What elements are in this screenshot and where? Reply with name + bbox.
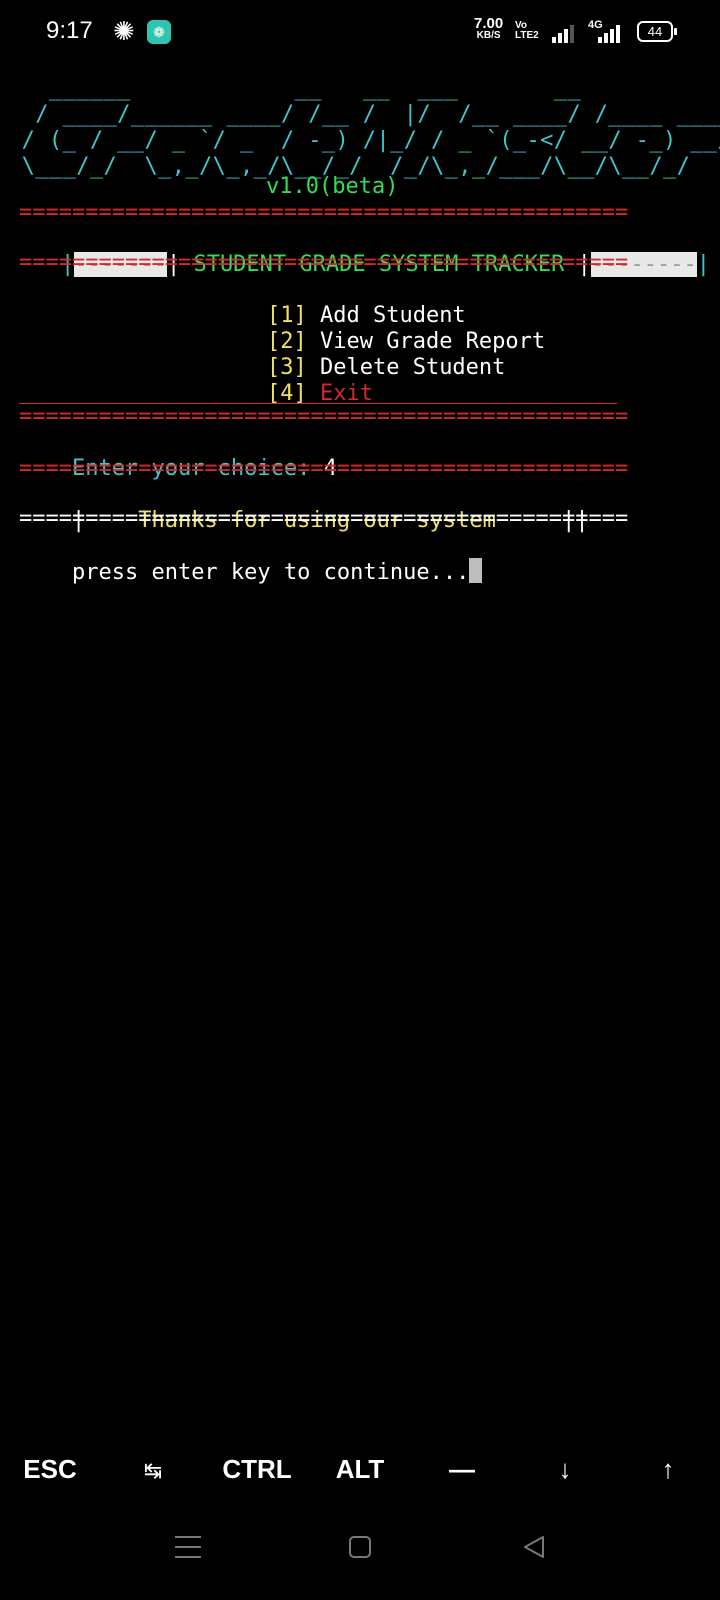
esc-key[interactable]: ESC (0, 1454, 100, 1485)
navigation-bar (0, 1510, 720, 1600)
separator-under-title: ========================================… (19, 250, 629, 275)
up-arrow-key[interactable]: ↑ (618, 1454, 718, 1485)
separator-before-prompt: ========================================… (19, 404, 629, 429)
ctrl-key[interactable]: CTRL (207, 1454, 307, 1485)
ascii-banner-line-3: / (_ / __/ _ `/ _ / -_) /|_/ / _ `(_-</ … (8, 128, 720, 153)
terminal[interactable]: ______ __ __ ___ __ / ____/______ ____/ … (0, 0, 720, 832)
separator-after-prompt: ========================================… (19, 456, 629, 481)
menu-icon[interactable] (175, 1536, 201, 1558)
back-icon[interactable] (521, 1534, 547, 1560)
dash-key[interactable]: — (412, 1454, 512, 1485)
down-arrow-key[interactable]: ↓ (515, 1454, 615, 1485)
separator-bottom: ========================================… (19, 506, 629, 531)
home-icon[interactable] (349, 1536, 371, 1558)
tab-key[interactable]: ↹ (103, 1458, 203, 1484)
ascii-banner-line-2: / ____/______ ____/ /__ / |/ /__ ____/ /… (8, 102, 720, 127)
continue-text: press enter key to continue... (71, 560, 470, 585)
alt-key[interactable]: ALT (310, 1454, 410, 1485)
ascii-banner-line-1: ______ __ __ ___ __ (8, 76, 582, 101)
extra-keys-row: ESC ↹ CTRL ALT — ↓ ↑ (0, 1440, 720, 1510)
terminal-cursor[interactable] (469, 558, 483, 583)
continue-line: press enter key to continue... (19, 532, 483, 612)
title-right-edge: | (696, 252, 711, 277)
separator-top: ========================================… (19, 200, 629, 225)
version-label: v1.0(beta) (266, 174, 399, 199)
